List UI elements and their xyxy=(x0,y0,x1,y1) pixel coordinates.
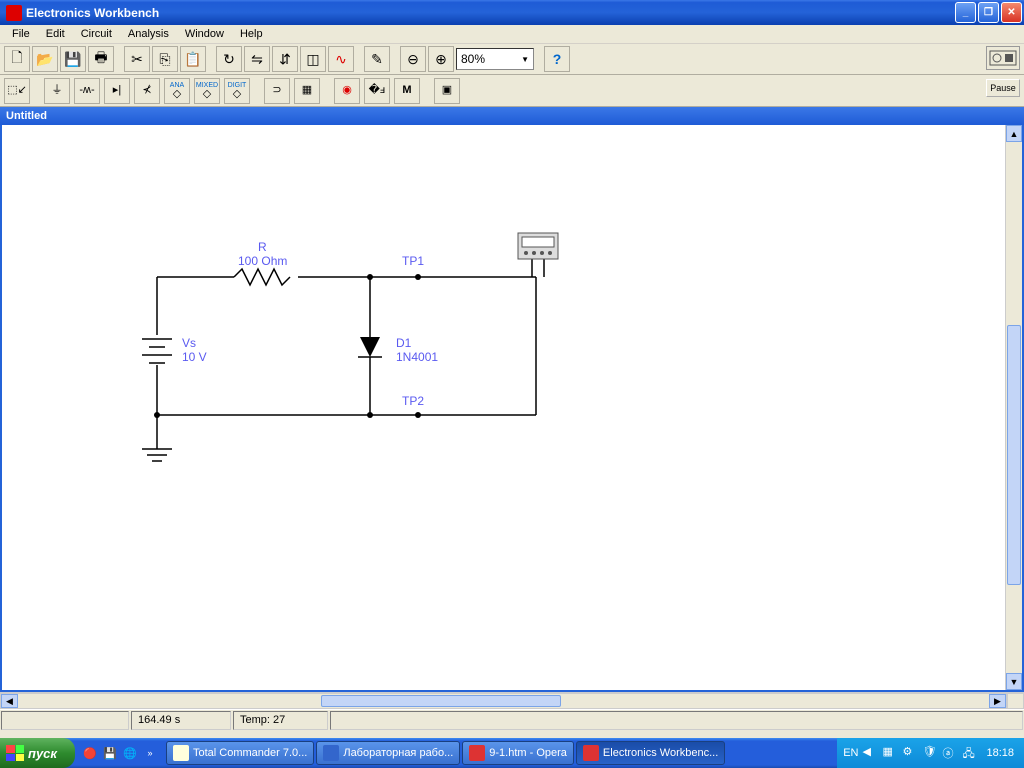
diode-value-label: 1N4001 xyxy=(396,350,438,364)
indicators-button[interactable]: ◉ xyxy=(334,78,360,104)
help-button[interactable]: ? xyxy=(544,46,570,72)
mixed-button[interactable]: MIXED◇ xyxy=(194,78,220,104)
taskbar: пуск 🔴 💾 🌐 » Total Commander 7.0... Лабо… xyxy=(0,738,1024,768)
status-temp: Temp: 27 xyxy=(233,711,328,730)
tray-icon-4[interactable]: 🛡 xyxy=(922,745,938,761)
scroll-right-arrow[interactable]: ▶ xyxy=(989,694,1006,708)
quick-launch: 🔴 💾 🌐 » xyxy=(75,742,165,764)
start-label: пуск xyxy=(28,746,57,761)
rotate-button[interactable]: ↻ xyxy=(216,46,242,72)
subcircuit-button[interactable]: ◫ xyxy=(300,46,326,72)
task-opera[interactable]: 9-1.htm - Opera xyxy=(462,741,574,765)
window-titlebar: Electronics Workbench _ ❐ ✕ xyxy=(0,0,1024,25)
horizontal-scrollbar[interactable]: ◀ ▶ xyxy=(0,693,1007,709)
ql-icon-3[interactable]: 🌐 xyxy=(121,742,139,764)
ql-icon-1[interactable]: 🔴 xyxy=(81,742,99,764)
menu-help[interactable]: Help xyxy=(232,26,271,42)
menu-file[interactable]: File xyxy=(4,26,38,42)
task-total-commander[interactable]: Total Commander 7.0... xyxy=(166,741,314,765)
flip-v-button[interactable]: ⇵ xyxy=(272,46,298,72)
misc-button[interactable]: M xyxy=(394,78,420,104)
status-ready xyxy=(1,711,129,730)
zoom-select[interactable]: 80% ▼ xyxy=(456,48,534,70)
pause-button[interactable]: Pause xyxy=(986,79,1020,97)
ql-more[interactable]: » xyxy=(141,742,159,764)
tray-icon-3[interactable]: ⚙ xyxy=(902,745,918,761)
app-icon xyxy=(6,5,22,21)
status-bar: 164.49 s Temp: 27 xyxy=(0,709,1024,731)
diodes-button[interactable]: ▸| xyxy=(104,78,130,104)
maximize-button[interactable]: ❐ xyxy=(978,2,999,23)
menu-circuit[interactable]: Circuit xyxy=(73,26,120,42)
menu-bar: File Edit Circuit Analysis Window Help xyxy=(0,25,1024,44)
transistors-button[interactable]: ⊀ xyxy=(134,78,160,104)
system-tray: EN ◀ ▦ ⚙ 🛡 ⓐ 🖧 18:18 xyxy=(837,738,1024,768)
power-switch[interactable] xyxy=(986,46,1020,70)
select-arrow-button[interactable]: ⬚↙ xyxy=(4,78,30,104)
new-file-button[interactable]: 🗋 xyxy=(4,46,30,72)
chevron-down-icon: ▼ xyxy=(521,55,529,64)
window-title: Electronics Workbench xyxy=(26,6,955,20)
resistor-name-label: R xyxy=(258,240,267,254)
source-value-label: 10 V xyxy=(182,350,207,364)
ql-icon-2[interactable]: 💾 xyxy=(101,742,119,764)
menu-analysis[interactable]: Analysis xyxy=(120,26,177,42)
tp1-label: TP1 xyxy=(402,254,424,268)
instruments-button[interactable]: ▣ xyxy=(434,78,460,104)
resistor-value-label: 100 Ohm xyxy=(238,254,287,268)
basic-button[interactable]: -ʍ- xyxy=(74,78,100,104)
scroll-up-arrow[interactable]: ▲ xyxy=(1006,125,1022,142)
status-empty xyxy=(330,711,1023,730)
copy-button[interactable]: ⎘ xyxy=(152,46,178,72)
paste-button[interactable]: 📋 xyxy=(180,46,206,72)
tray-icon-5[interactable]: ⓐ xyxy=(942,745,958,761)
circuit-canvas[interactable]: R 100 Ohm Vs 10 V D1 1N4001 TP1 TP2 xyxy=(2,125,1005,690)
logic-gates-button[interactable]: ⊃ xyxy=(264,78,290,104)
tray-icon-6[interactable]: 🖧 xyxy=(962,745,978,761)
minimize-button[interactable]: _ xyxy=(955,2,976,23)
zoom-value: 80% xyxy=(461,52,485,66)
circuit-drawing: R 100 Ohm Vs 10 V D1 1N4001 TP1 TP2 xyxy=(2,125,1002,685)
document-titlebar: Untitled xyxy=(0,107,1024,125)
diode-name-label: D1 xyxy=(396,336,412,350)
scroll-left-arrow[interactable]: ◀ xyxy=(1,694,18,708)
properties-button[interactable]: ✎ xyxy=(364,46,390,72)
canvas-area: R 100 Ohm Vs 10 V D1 1N4001 TP1 TP2 ▲ ▼ xyxy=(0,125,1024,692)
controls-button[interactable]: �ⅎ xyxy=(364,78,390,104)
save-file-button[interactable]: 💾 xyxy=(60,46,86,72)
vscroll-thumb[interactable] xyxy=(1007,325,1021,585)
scroll-down-arrow[interactable]: ▼ xyxy=(1006,673,1022,690)
clock[interactable]: 18:18 xyxy=(982,747,1018,759)
digital-button[interactable]: DIGIT◇ xyxy=(224,78,250,104)
graph-button[interactable]: ∿ xyxy=(328,46,354,72)
tp2-label: TP2 xyxy=(402,394,424,408)
digital-ic-button[interactable]: ▦ xyxy=(294,78,320,104)
sources-button[interactable]: ⏚ xyxy=(44,78,70,104)
vertical-scrollbar[interactable]: ▲ ▼ xyxy=(1005,125,1022,690)
status-time: 164.49 s xyxy=(131,711,231,730)
menu-edit[interactable]: Edit xyxy=(38,26,73,42)
document-title: Untitled xyxy=(6,110,47,122)
close-button[interactable]: ✕ xyxy=(1001,2,1022,23)
hscroll-thumb[interactable] xyxy=(321,695,561,707)
task-word-doc[interactable]: Лабораторная рабо... xyxy=(316,741,460,765)
windows-flag-icon xyxy=(6,745,24,761)
main-toolbar: 🗋 📂 💾 🖶 ✂ ⎘ 📋 ↻ ⇋ ⇵ ◫ ∿ ✎ ⊖ ⊕ 80% ▼ ? xyxy=(0,44,1024,75)
flip-h-button[interactable]: ⇋ xyxy=(244,46,270,72)
cut-button[interactable]: ✂ xyxy=(124,46,150,72)
task-electronics-workbench[interactable]: Electronics Workbenc... xyxy=(576,741,725,765)
menu-window[interactable]: Window xyxy=(177,26,232,42)
tray-icon-2[interactable]: ▦ xyxy=(882,745,898,761)
zoom-out-button[interactable]: ⊖ xyxy=(400,46,426,72)
start-button[interactable]: пуск xyxy=(0,738,75,768)
analog-button[interactable]: ANA◇ xyxy=(164,78,190,104)
print-button[interactable]: 🖶 xyxy=(88,46,114,72)
components-toolbar: ⬚↙ ⏚ -ʍ- ▸| ⊀ ANA◇ MIXED◇ DIGIT◇ ⊃ ▦ ◉ �… xyxy=(0,75,1024,107)
open-file-button[interactable]: 📂 xyxy=(32,46,58,72)
zoom-in-button[interactable]: ⊕ xyxy=(428,46,454,72)
tray-icon-1[interactable]: ◀ xyxy=(862,745,878,761)
source-name-label: Vs xyxy=(182,336,196,350)
language-indicator[interactable]: EN xyxy=(843,747,858,759)
